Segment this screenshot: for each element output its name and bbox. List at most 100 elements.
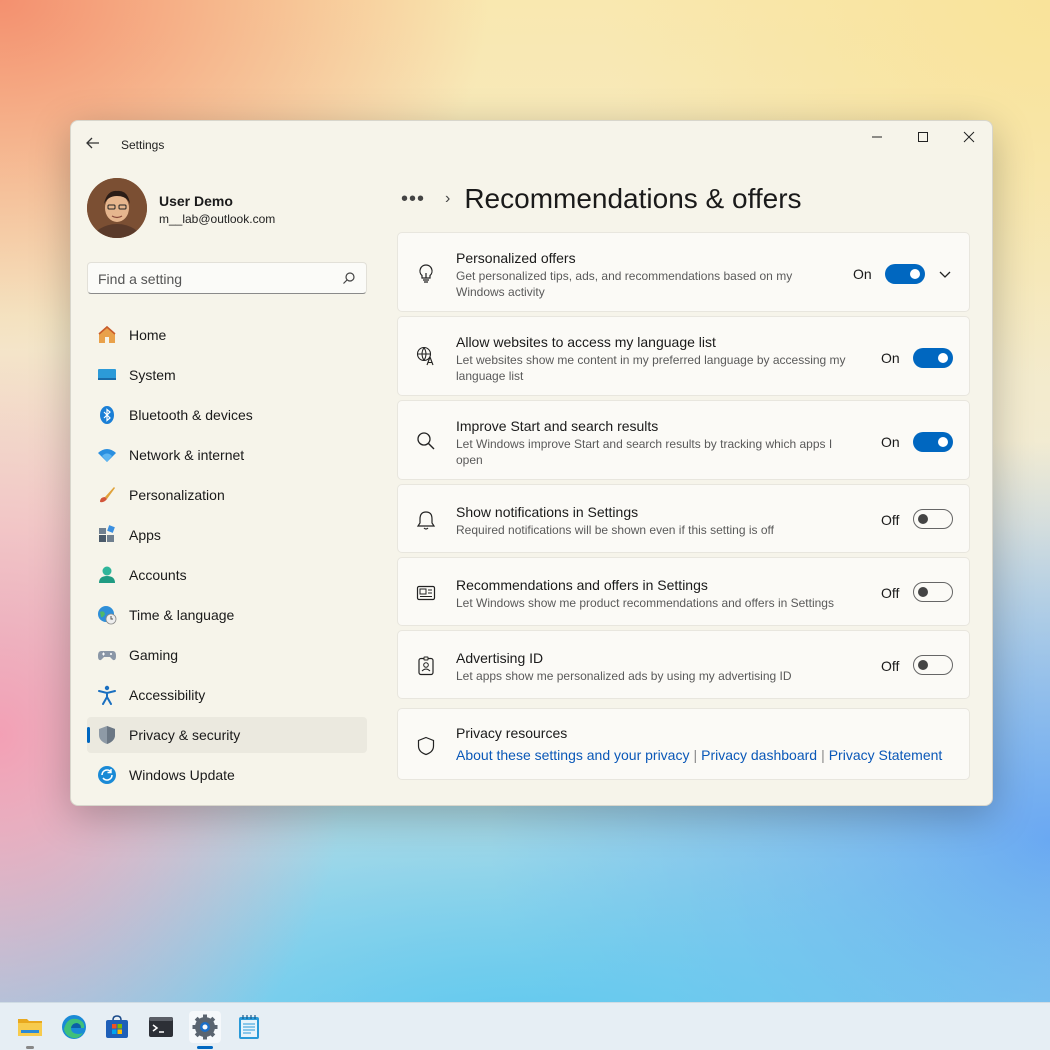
brush-icon xyxy=(100,487,115,503)
sidebar-item-network[interactable]: Network & internet xyxy=(87,437,367,473)
sidebar-item-accounts[interactable]: Accounts xyxy=(87,557,367,593)
setting-improve-start: Improve Start and search results Let Win… xyxy=(397,400,970,480)
sidebar-item-accessibility[interactable]: Accessibility xyxy=(87,677,367,713)
privacy-resources-title: Privacy resources xyxy=(456,725,568,741)
sidebar-item-label: Apps xyxy=(129,527,161,543)
user-email: m__lab@outlook.com xyxy=(159,212,276,226)
toggle-state-label: Off xyxy=(881,512,900,528)
file-explorer-icon xyxy=(18,1019,42,1036)
offers-icon xyxy=(416,585,436,601)
bell-icon xyxy=(416,511,436,530)
edge-icon xyxy=(62,1015,86,1039)
apps-icon xyxy=(99,525,115,542)
sidebar-item-label: System xyxy=(129,367,176,383)
taskbar-terminal[interactable] xyxy=(145,1011,177,1043)
sidebar-item-label: Accessibility xyxy=(129,687,206,703)
settings-icon xyxy=(192,1014,218,1040)
maximize-button[interactable] xyxy=(900,121,946,153)
bluetooth-icon xyxy=(100,406,114,424)
maximize-icon xyxy=(918,132,928,142)
chevron-down-icon[interactable] xyxy=(939,268,951,280)
avatar[interactable] xyxy=(87,178,147,238)
search-icon xyxy=(417,432,435,450)
settings-list: Personalized offers Get personalized tip… xyxy=(397,232,970,784)
sidebar-item-apps[interactable]: Apps xyxy=(87,517,367,553)
close-button[interactable] xyxy=(946,121,992,153)
sidebar-item-label: Network & internet xyxy=(129,447,245,463)
sidebar-item-bluetooth[interactable]: Bluetooth & devices xyxy=(87,397,367,433)
id-badge-icon xyxy=(418,656,434,676)
search-icon xyxy=(343,272,355,284)
taskbar-store[interactable] xyxy=(101,1011,133,1043)
privacy-dashboard-link[interactable]: Privacy dashboard xyxy=(701,747,817,763)
sidebar-item-label: Windows Update xyxy=(129,767,235,783)
sidebar-item-privacy-security[interactable]: Privacy & security xyxy=(87,717,367,753)
privacy-links: About these settings and your privacy | Pr… xyxy=(456,747,942,763)
sidebar-item-windows-update[interactable]: Windows Update xyxy=(87,757,367,793)
search-placeholder: Find a setting xyxy=(98,271,183,287)
gamepad-icon xyxy=(98,651,116,661)
taskbar xyxy=(0,1002,1050,1050)
notepad-icon xyxy=(239,1015,259,1039)
about-privacy-link[interactable]: About these settings and your privacy xyxy=(456,747,689,763)
breadcrumb-overflow-button[interactable]: ••• xyxy=(401,188,431,211)
sidebar-nav: Home System Bluetooth & devices Network … xyxy=(87,317,367,797)
show-notifications-toggle[interactable] xyxy=(913,509,953,529)
taskbar-notepad[interactable] xyxy=(233,1011,265,1043)
taskbar-settings[interactable] xyxy=(189,1011,221,1049)
setting-description: Let websites show me content in my prefe… xyxy=(456,353,846,383)
page-title: Recommendations & offers xyxy=(464,183,802,214)
setting-description: Let Windows show me product recommendati… xyxy=(456,596,834,610)
settings-window: Settings User Demo m__lab@outlook.com Fi… xyxy=(70,120,993,806)
sidebar-item-label: Gaming xyxy=(129,647,179,663)
minimize-button[interactable] xyxy=(854,121,900,153)
update-icon xyxy=(98,766,116,784)
sidebar-item-system[interactable]: System xyxy=(87,357,367,393)
user-name: User Demo xyxy=(159,193,233,209)
sidebar-item-personalization[interactable]: Personalization xyxy=(87,477,367,513)
setting-title: Recommendations and offers in Settings xyxy=(456,577,708,593)
personalized-offers-toggle[interactable] xyxy=(885,264,925,284)
setting-title: Advertising ID xyxy=(456,650,544,666)
setting-title: Show notifications in Settings xyxy=(456,504,639,520)
toggle-state-label: Off xyxy=(881,658,900,674)
setting-personalized-offers[interactable]: Personalized offers Get personalized tip… xyxy=(397,232,970,312)
shield-icon xyxy=(99,726,115,744)
toggle-state-label: Off xyxy=(881,585,900,601)
minimize-icon xyxy=(872,136,882,138)
language-icon xyxy=(416,346,434,366)
taskbar-edge[interactable] xyxy=(58,1011,90,1043)
back-arrow-icon xyxy=(86,137,99,149)
setting-recommendations-offers: Recommendations and offers in Settings L… xyxy=(397,557,970,626)
setting-description: Let apps show me personalized ads by usi… xyxy=(456,669,792,683)
advertising-id-toggle[interactable] xyxy=(913,655,953,675)
system-icon xyxy=(98,369,116,380)
privacy-statement-link[interactable]: Privacy Statement xyxy=(829,747,943,763)
setting-show-notifications: Show notifications in Settings Required … xyxy=(397,484,970,553)
setting-title: Personalized offers xyxy=(456,250,576,266)
sidebar-item-gaming[interactable]: Gaming xyxy=(87,637,367,673)
search-input[interactable]: Find a setting xyxy=(87,262,367,294)
sidebar-item-label: Time & language xyxy=(129,607,235,623)
sidebar-item-time-language[interactable]: Time & language xyxy=(87,597,367,633)
home-icon xyxy=(98,325,116,343)
setting-language-list: Allow websites to access my language lis… xyxy=(397,316,970,396)
language-list-toggle[interactable] xyxy=(913,348,953,368)
privacy-resources: Privacy resources About these settings a… xyxy=(397,708,970,780)
link-separator: | xyxy=(693,747,698,763)
setting-title: Allow websites to access my language lis… xyxy=(456,334,716,350)
toggle-state-label: On xyxy=(853,266,872,282)
sidebar-item-home[interactable]: Home xyxy=(87,317,367,353)
active-indicator xyxy=(197,1046,213,1049)
sidebar-item-label: Accounts xyxy=(129,567,187,583)
terminal-icon xyxy=(149,1017,173,1037)
sidebar-item-label: Personalization xyxy=(129,487,225,503)
lightbulb-icon xyxy=(419,264,433,283)
shield-outline-icon xyxy=(417,736,435,756)
improve-start-toggle[interactable] xyxy=(913,432,953,452)
taskbar-file-explorer[interactable] xyxy=(14,1011,46,1049)
back-button[interactable] xyxy=(85,135,105,155)
setting-description: Let Windows improve Start and search res… xyxy=(456,437,833,467)
recommendations-offers-toggle[interactable] xyxy=(913,582,953,602)
accounts-icon xyxy=(99,566,115,583)
